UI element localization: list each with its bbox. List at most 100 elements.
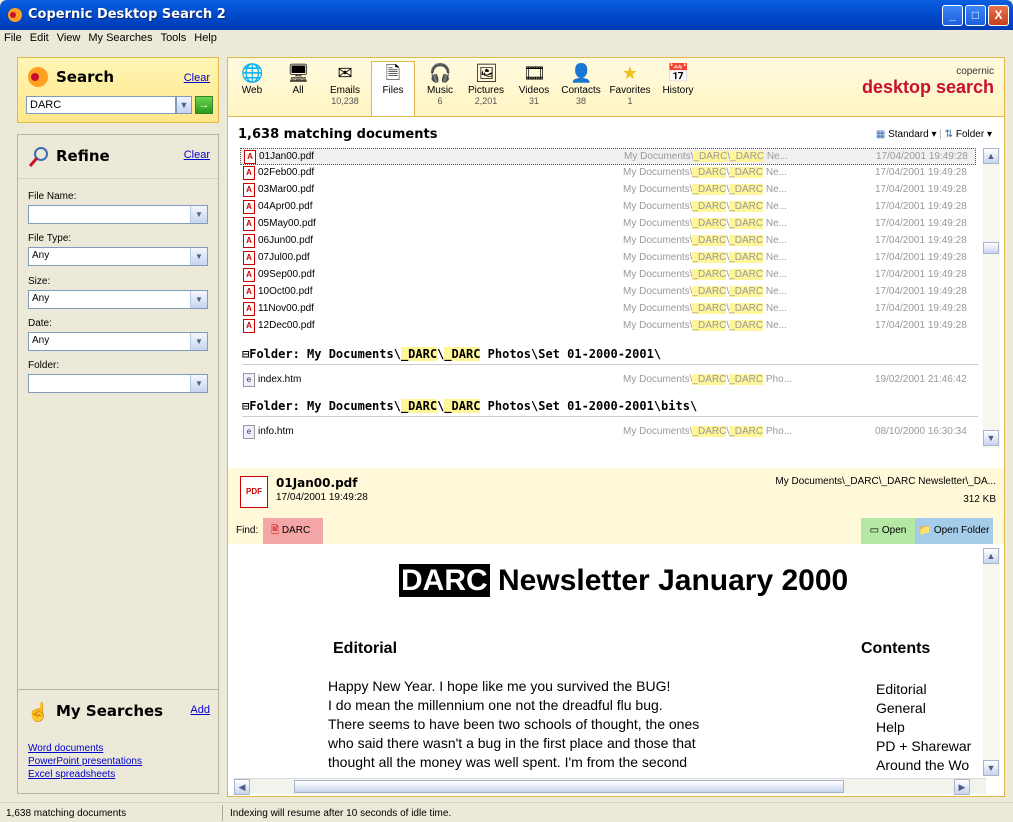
sort-dropdown[interactable]: Folder ▾ <box>956 129 992 140</box>
path-highlight: _DARC <box>729 184 764 195</box>
saved-search-powerpoint[interactable]: PowerPoint presentations <box>28 755 218 768</box>
scroll-up-icon[interactable]: ▲ <box>983 148 999 164</box>
result-row[interactable]: A 10Oct00.pdf My Documents\_DARC\_DARC Ne.… <box>240 284 976 301</box>
result-row[interactable]: A 06Jun00.pdf My Documents\_DARC\_DARC Ne.… <box>240 233 976 250</box>
result-file-name: 07Jul00.pdf <box>258 252 310 263</box>
scroll-down-icon[interactable]: ▼ <box>983 430 999 446</box>
preview-pane: PDF 01Jan00.pdf 17/04/2001 19:49:28 My D… <box>228 468 1004 796</box>
status-bar: 1,638 matching documents Indexing will r… <box>0 802 1013 822</box>
path-part: My Documents\ <box>623 303 693 314</box>
file-name-field[interactable]: ▼ <box>28 205 208 224</box>
tab-videos-label: Videos <box>518 85 550 96</box>
chevron-down-icon[interactable]: ▼ <box>190 375 207 392</box>
tab-contacts-count: 38 <box>575 96 586 106</box>
path-part: My Documents\ <box>623 218 693 229</box>
tab-all-label: All <box>292 85 304 96</box>
menu-view[interactable]: View <box>53 30 85 44</box>
folder-group-header[interactable]: ⊟Folder: My Documents\_DARC\_DARC Photos… <box>242 399 978 417</box>
preview-scrollbar[interactable]: ▲ ▼ <box>983 548 1000 776</box>
file-icon: 🗎 <box>385 63 401 83</box>
result-row[interactable]: A 03Mar00.pdf My Documents\_DARC\_DARC Ne.… <box>240 182 976 199</box>
category-tabs: 🌐 Web 🖥 All ✉ Emails 10,238 🗎 Files 🎧 Music 6 🖼… <box>228 58 1004 116</box>
tab-emails-count: 10,238 <box>331 96 359 106</box>
scroll-left-icon[interactable]: ◀ <box>234 779 250 795</box>
hscroll-thumb[interactable] <box>294 780 844 793</box>
tab-history[interactable]: 📅 History <box>656 62 700 96</box>
find-icon: 🗎 <box>271 525 280 536</box>
result-date: 19/02/2001 21:46:42 <box>875 374 967 385</box>
result-row[interactable]: A 05May00.pdf My Documents\_DARC\_DARC Ne.… <box>240 216 976 233</box>
result-file-name: 12Dec00.pdf <box>258 320 315 331</box>
chevron-down-icon[interactable]: ▼ <box>190 206 207 223</box>
search-heading: Search <box>56 68 115 86</box>
preview-horizontal-scrollbar[interactable]: ◀ ▶ <box>234 778 986 795</box>
tab-pictures[interactable]: 🖼 Pictures 2,201 <box>464 62 508 106</box>
folder-group-header[interactable]: ⊟Folder: My Documents\_DARC\_DARC Photos… <box>242 347 978 365</box>
tab-contacts[interactable]: 👤 Contacts 38 <box>559 62 603 106</box>
path-part: Ne... <box>763 320 787 331</box>
close-button[interactable]: X <box>988 5 1009 26</box>
size-select[interactable]: Any ▼ <box>28 290 208 309</box>
tab-web-label: Web <box>241 85 263 96</box>
menu-tools[interactable]: Tools <box>157 30 191 44</box>
result-row[interactable]: A 11Nov00.pdf My Documents\_DARC\_DARC Ne.… <box>240 301 976 318</box>
tab-music-count: 6 <box>437 96 443 106</box>
open-button[interactable]: ▭ Open <box>861 518 915 544</box>
folder-suffix: Photos\Set 01-2000-2001\ <box>480 347 662 361</box>
tab-all[interactable]: 🖥 All <box>276 62 320 96</box>
copernic-logo: copernic desktop search <box>862 66 994 98</box>
scroll-up-icon[interactable]: ▲ <box>983 548 999 564</box>
menu-help[interactable]: Help <box>190 30 221 44</box>
pdf-icon: A <box>243 166 255 180</box>
status-match-count: 1,638 matching documents <box>6 808 127 819</box>
find-term-chip[interactable]: 🗎 DARC <box>263 518 323 544</box>
scroll-right-icon[interactable]: ▶ <box>954 779 970 795</box>
minimize-button[interactable]: _ <box>942 5 963 26</box>
tab-web[interactable]: 🌐 Web <box>230 62 274 96</box>
sort-icon: ⇅ <box>944 129 954 140</box>
tab-files[interactable]: 🗎 Files <box>371 61 415 116</box>
chevron-down-icon[interactable]: ▼ <box>190 291 207 308</box>
date-select[interactable]: Any ▼ <box>28 332 208 351</box>
chevron-down-icon[interactable]: ▼ <box>190 248 207 265</box>
scroll-thumb[interactable] <box>983 242 999 254</box>
tab-emails[interactable]: ✉ Emails 10,238 <box>323 62 367 106</box>
search-clear-link[interactable]: Clear <box>184 72 210 84</box>
my-searches-add-link[interactable]: Add <box>190 704 210 716</box>
path-part: Ne... <box>763 218 787 229</box>
result-row[interactable]: A 01Jan00.pdf My Documents\_DARC\_DARC Ne.… <box>240 148 976 165</box>
result-row[interactable]: A 02Feb00.pdf My Documents\_DARC\_DARC Ne.… <box>240 165 976 182</box>
saved-search-word[interactable]: Word documents <box>28 742 218 755</box>
search-panel-header: Search Clear <box>18 58 218 94</box>
result-row[interactable]: A 07Jul00.pdf My Documents\_DARC\_DARC Ne.… <box>240 250 976 267</box>
menu-my-searches[interactable]: My Searches <box>84 30 156 44</box>
result-row[interactable]: A 12Dec00.pdf My Documents\_DARC\_DARC Ne.… <box>240 318 976 335</box>
folder-select[interactable]: ▼ <box>28 374 208 393</box>
file-type-select[interactable]: Any ▼ <box>28 247 208 266</box>
maximize-button[interactable]: □ <box>965 5 986 26</box>
result-row[interactable]: e index.htm My Documents\_DARC\_DARC Pho..… <box>240 372 976 389</box>
tab-favorites[interactable]: ★ Favorites 1 <box>608 62 652 106</box>
search-go-button[interactable]: → <box>195 96 213 114</box>
scroll-down-icon[interactable]: ▼ <box>983 760 999 776</box>
chevron-down-icon[interactable]: ▼ <box>190 333 207 350</box>
saved-search-excel[interactable]: Excel spreadsheets <box>28 768 218 781</box>
tab-music[interactable]: 🎧 Music 6 <box>418 62 462 106</box>
result-row[interactable]: A 09Sep00.pdf My Documents\_DARC\_DARC Ne.… <box>240 267 976 284</box>
result-file-name: 02Feb00.pdf <box>258 167 315 178</box>
tab-videos[interactable]: 🎞 Videos 31 <box>512 62 556 106</box>
menu-file[interactable]: File <box>0 30 26 44</box>
search-history-dropdown[interactable]: ▼ <box>176 96 192 114</box>
pdf-file-icon: PDF <box>240 476 268 508</box>
results-scrollbar[interactable]: ▲ ▼ <box>983 148 1000 448</box>
document-preview: DARC Newsletter January 2000 Editorial C… <box>228 544 984 778</box>
open-folder-button[interactable]: 📁 Open Folder <box>915 518 993 544</box>
contents-item: PD + Sharewar <box>876 738 972 754</box>
contents-item: Help <box>876 719 905 735</box>
result-row[interactable]: A 04Apr00.pdf My Documents\_DARC\_DARC Ne.… <box>240 199 976 216</box>
search-input[interactable]: DARC <box>26 96 176 114</box>
refine-clear-link[interactable]: Clear <box>184 149 210 161</box>
menu-edit[interactable]: Edit <box>26 30 53 44</box>
view-mode-dropdown[interactable]: Standard ▾ <box>888 129 936 140</box>
result-row[interactable]: e info.htm My Documents\_DARC\_DARC Pho...… <box>240 424 976 441</box>
